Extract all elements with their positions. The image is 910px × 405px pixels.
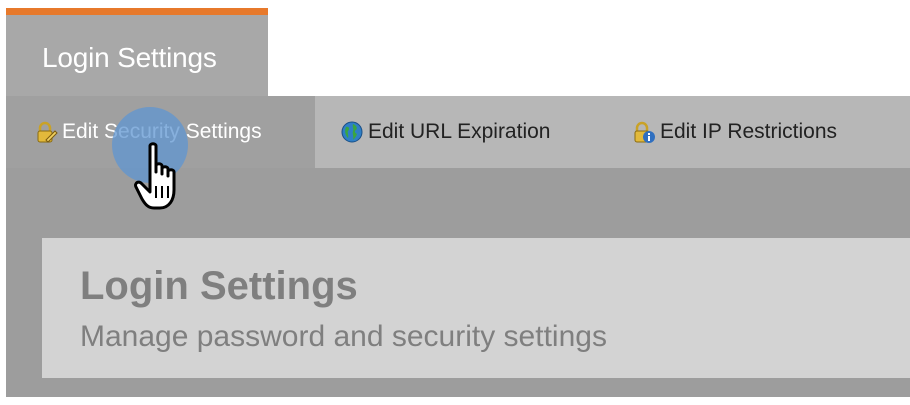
active-tab-accent	[6, 8, 268, 15]
globe-icon	[341, 121, 363, 143]
page-subtitle: Manage password and security settings	[80, 320, 607, 353]
subtab-label: Edit IP Restrictions	[660, 120, 838, 143]
subtab-label: Edit URL Expiration	[368, 120, 551, 143]
page-header-panel: Login Settings Manage password and secur…	[42, 238, 910, 378]
padlock-info-icon	[634, 121, 655, 143]
page-title: Login Settings	[80, 264, 358, 308]
subtab-edit-ip-restrictions[interactable]: Edit IP Restrictions	[632, 96, 837, 168]
hand-pointer-icon	[134, 142, 176, 210]
subtab-edit-url-expiration[interactable]: Edit URL Expiration	[340, 96, 550, 168]
tab-login-settings[interactable]: Login Settings	[6, 8, 268, 96]
tab-login-settings-label: Login Settings	[42, 42, 217, 73]
padlock-pencil-icon	[37, 121, 58, 143]
